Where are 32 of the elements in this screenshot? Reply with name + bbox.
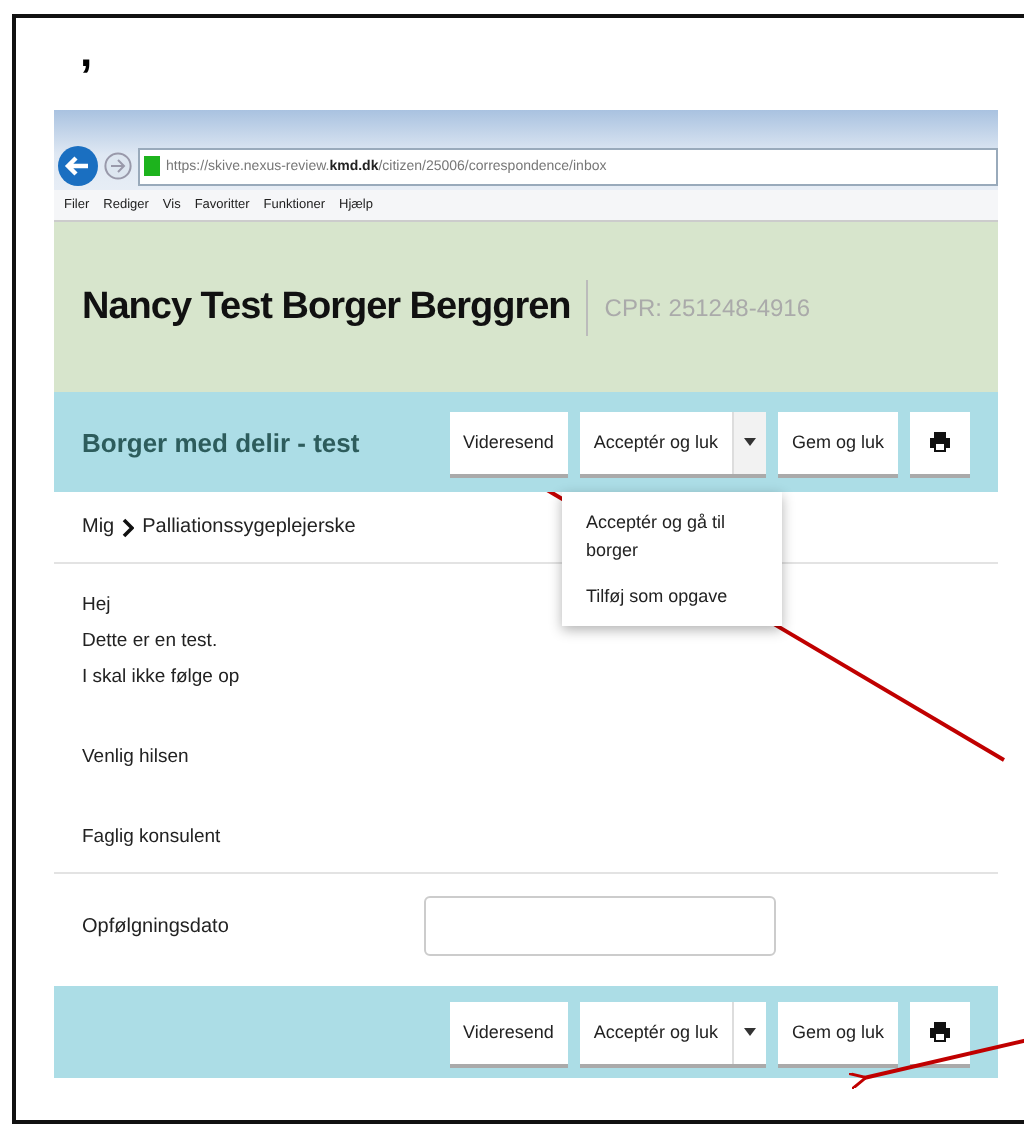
caret-icon — [743, 438, 756, 446]
cpr-number: CPR: 251248-4916 — [586, 279, 811, 335]
field-label: Opfølgningsdato — [82, 915, 231, 937]
chevron-icon — [122, 517, 135, 537]
message-title: Borger med delir - test — [82, 427, 360, 457]
message-line: Dette er en test. — [82, 628, 218, 656]
message-line: Hej — [82, 592, 111, 620]
print-icon — [930, 1022, 950, 1042]
action-button[interactable]: Videresend — [449, 411, 568, 473]
action-button[interactable]: Gem og luk — [777, 411, 898, 473]
dropdown-toggle[interactable] — [731, 1001, 766, 1063]
action-button[interactable]: Videresend — [449, 1001, 568, 1063]
action-button[interactable]: Gem og luk — [777, 1001, 898, 1063]
message-line: Faglig konsulent — [82, 824, 221, 852]
print-button[interactable] — [910, 411, 970, 473]
action-button[interactable]: Acceptér og luk — [579, 411, 732, 473]
breadcrumb-item[interactable]: Mig — [82, 516, 115, 538]
menu-item[interactable]: Tilføj som opgave — [562, 573, 782, 619]
date-field[interactable] — [424, 896, 776, 956]
caret-icon — [743, 1028, 756, 1036]
caption-text: , — [78, 24, 95, 80]
print-button[interactable] — [910, 1001, 970, 1063]
citizen-name: Nancy Test Borger Berggren — [82, 285, 571, 329]
breadcrumb-item[interactable]: Palliationssygeplejerske — [142, 516, 356, 538]
menu-item[interactable]: Acceptér og gå til borger — [562, 500, 782, 574]
dropdown-toggle[interactable] — [731, 411, 766, 473]
action-button[interactable]: Acceptér og luk — [579, 1001, 732, 1063]
message-line: Venlig hilsen — [82, 744, 189, 772]
back-icon[interactable] — [58, 146, 98, 186]
secure-icon — [144, 156, 160, 176]
print-icon — [930, 432, 950, 452]
message-line: I skal ikke følge op — [82, 664, 240, 692]
